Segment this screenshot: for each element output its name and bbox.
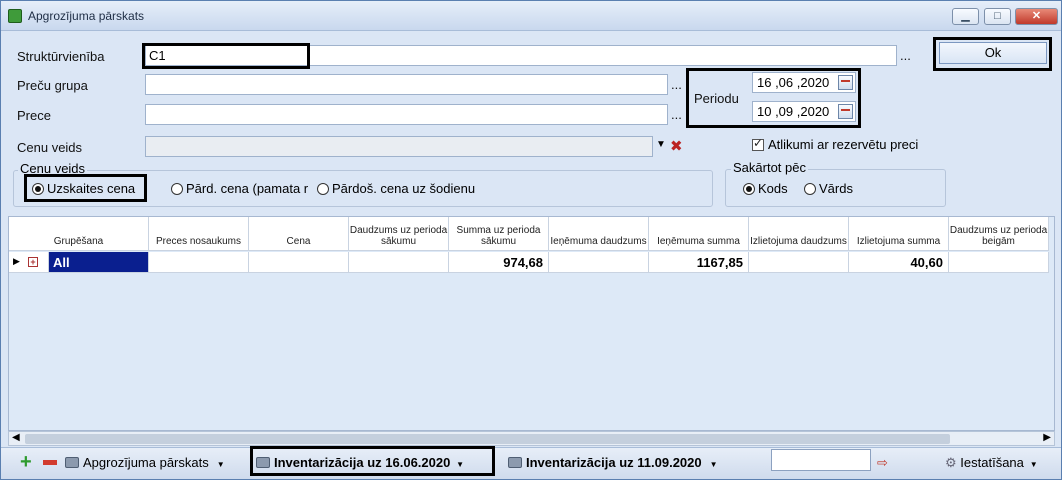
row-pointer-icon: ▶ <box>13 256 20 266</box>
radio-selected-icon <box>32 183 44 195</box>
app-icon <box>8 9 22 23</box>
date-to-value: 10 ,09 ,2020 <box>757 104 830 119</box>
report2-label: Inventarizācija uz 16.06.2020 <box>274 455 451 470</box>
title-bar: Apgrozījuma pārskats ▁ □ ✕ <box>1 1 1061 31</box>
struktur-label: Struktūrvienība <box>17 49 105 64</box>
radio-vards-label: Vārds <box>819 181 853 196</box>
column-header[interactable]: Grupēšana <box>9 217 149 251</box>
radio-icon <box>171 183 183 195</box>
report1-label: Apgrozījuma pārskats <box>83 455 209 470</box>
report1-button[interactable]: Apgrozījuma pārskats ▼ <box>65 455 225 470</box>
table-cell[interactable] <box>249 252 349 273</box>
report3-label: Inventarizācija uz 11.09.2020 <box>526 455 702 470</box>
prece-browse-button[interactable]: ... <box>671 107 682 122</box>
date-from-input[interactable]: 16 ,06 ,2020 <box>752 72 856 93</box>
dropdown-arrow-icon[interactable]: ▼ <box>656 139 666 150</box>
checkbox-box[interactable] <box>752 136 764 151</box>
column-header[interactable]: Cena <box>249 217 349 251</box>
prece-input[interactable] <box>145 104 668 125</box>
column-header[interactable]: Ieņēmuma summa <box>649 217 749 251</box>
report-grid: Grupēšana Preces nosaukums Cena Daudzums… <box>8 216 1055 431</box>
dropdown-arrow-icon[interactable]: ▼ <box>705 460 718 469</box>
toolbar-search-input[interactable] <box>771 449 871 471</box>
table-cell[interactable]: 40,60 <box>849 252 949 273</box>
gear-icon: ⚙ <box>945 455 957 470</box>
printer-icon <box>508 457 522 468</box>
scroll-thumb[interactable] <box>25 434 950 444</box>
scroll-right-icon[interactable]: ▶ <box>1043 432 1051 443</box>
remove-icon[interactable] <box>43 460 57 465</box>
report3-button[interactable]: Inventarizācija uz 11.09.2020 ▼ <box>508 455 718 470</box>
radio-kods-label: Kods <box>758 181 788 196</box>
atlikumi-label: Atlikumi ar rezervētu preci <box>768 137 919 152</box>
table-cell[interactable]: 974,68 <box>449 252 549 273</box>
precu-grupa-browse-button[interactable]: ... <box>671 77 682 92</box>
column-header[interactable]: Preces nosaukums <box>149 217 249 251</box>
radio-uzskaites-label: Uzskaites cena <box>47 181 136 196</box>
radio-pard-cena[interactable]: Pārd. cena (pamata r <box>171 181 308 196</box>
sakartot-group-title: Sakārtot pēc <box>731 160 808 175</box>
radio-pardos-label: Pārdoš. cena uz šodienu <box>332 181 476 196</box>
dropdown-arrow-icon[interactable]: ▼ <box>454 460 464 469</box>
bottom-toolbar: + Apgrozījuma pārskats ▼ Inventarizācija… <box>1 446 1061 479</box>
dropdown-arrow-icon[interactable]: ▼ <box>1028 460 1038 469</box>
table-cell[interactable] <box>149 252 249 273</box>
radio-icon <box>317 183 329 195</box>
radio-uzskaites-cena[interactable]: Uzskaites cena <box>32 181 135 196</box>
calendar-icon[interactable] <box>838 104 853 119</box>
column-header[interactable]: Daudzums uz perioda sākumu <box>349 217 449 251</box>
column-header[interactable]: Summa uz perioda sākumu <box>449 217 549 251</box>
settings-label: Iestatīšana <box>960 455 1024 470</box>
printer-icon <box>65 457 79 468</box>
table-cell[interactable]: 1167,85 <box>649 252 749 273</box>
atlikumi-checkbox[interactable]: Atlikumi ar rezervētu preci <box>752 136 919 152</box>
column-header[interactable]: Izlietojuma summa <box>849 217 949 251</box>
dropdown-arrow-icon[interactable]: ▼ <box>212 460 225 469</box>
filter-form: Struktūrvienība C1 ... Ok Preču grupa ..… <box>1 32 1061 214</box>
column-header[interactable]: Izlietojuma daudzums <box>749 217 849 251</box>
radio-pardos-cena[interactable]: Pārdoš. cena uz šodienu <box>317 181 475 196</box>
close-button[interactable]: ✕ <box>1015 8 1058 25</box>
clear-icon[interactable]: ✖ <box>670 137 683 155</box>
row-indicator[interactable]: ▶ + <box>9 252 49 273</box>
struktur-browse-button[interactable]: ... <box>900 48 911 63</box>
table-cell[interactable] <box>749 252 849 273</box>
minimize-button[interactable]: ▁ <box>952 8 979 25</box>
cenu-veids-select[interactable] <box>145 136 653 157</box>
maximize-button[interactable]: □ <box>984 8 1011 25</box>
date-to-input[interactable]: 10 ,09 ,2020 <box>752 101 856 122</box>
table-cell[interactable] <box>349 252 449 273</box>
report2-button[interactable]: Inventarizācija uz 16.06.2020 ▼ <box>256 455 464 470</box>
precu-grupa-input[interactable] <box>145 74 668 95</box>
date-from-value: 16 ,06 ,2020 <box>757 75 830 90</box>
periodu-label: Periodu <box>694 91 739 106</box>
table-cell[interactable] <box>949 252 1049 273</box>
horizontal-scrollbar[interactable]: ◀ ▶ <box>8 431 1055 446</box>
printer-icon <box>256 457 270 468</box>
ok-button[interactable]: Ok <box>939 42 1047 64</box>
prece-label: Prece <box>17 108 51 123</box>
settings-button[interactable]: ⚙ Iestatīšana ▼ <box>945 455 1038 471</box>
add-icon[interactable]: + <box>20 451 32 474</box>
calendar-icon[interactable] <box>838 75 853 90</box>
column-header[interactable]: Daudzums uz perioda beigām <box>949 217 1049 251</box>
search-icon[interactable]: ⇨ <box>877 455 888 471</box>
radio-vards[interactable]: Vārds <box>804 181 853 196</box>
expand-icon[interactable]: + <box>28 257 38 267</box>
scroll-left-icon[interactable]: ◀ <box>12 432 20 443</box>
report-window: Apgrozījuma pārskats ▁ □ ✕ Struktūrvienī… <box>0 0 1062 480</box>
radio-kods[interactable]: Kods <box>743 181 788 196</box>
radio-pard-container: Pārd. cena (pamata r <box>171 181 317 196</box>
struktur-highlight <box>142 43 310 69</box>
radio-icon <box>804 183 816 195</box>
column-header[interactable]: Ieņēmuma daudzums <box>549 217 649 251</box>
table-cell[interactable] <box>549 252 649 273</box>
group-cell[interactable]: All <box>49 252 149 273</box>
window-title: Apgrozījuma pārskats <box>28 9 145 23</box>
cenu-veids-label: Cenu veids <box>17 140 83 155</box>
radio-selected-icon <box>743 183 755 195</box>
radio-pard-label: Pārd. cena (pamata r <box>186 181 309 196</box>
precu-grupa-label: Preču grupa <box>17 78 88 93</box>
